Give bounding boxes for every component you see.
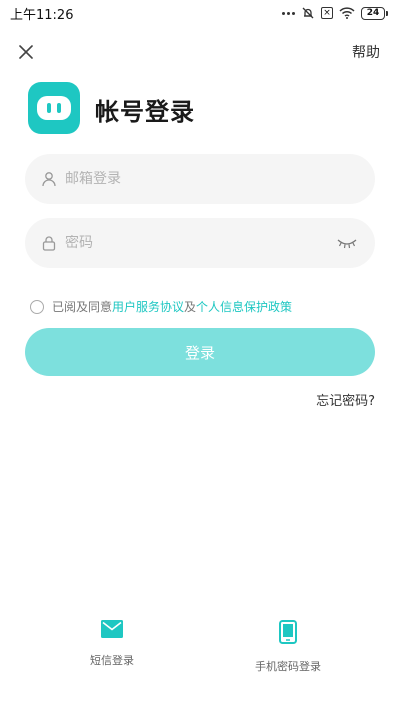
robot-face-icon xyxy=(37,96,71,120)
phone-icon xyxy=(279,620,297,644)
no-sim-icon: × xyxy=(321,7,333,19)
envelope-icon xyxy=(101,620,123,638)
battery-icon: 24 xyxy=(361,6,388,20)
phone-password-login-label: 手机密码登录 xyxy=(255,660,321,673)
user-icon xyxy=(42,172,56,187)
forgot-password-link[interactable]: 忘记密码? xyxy=(316,390,375,409)
more-dots-icon xyxy=(282,11,295,15)
phone-password-login-option[interactable]: 手机密码登录 xyxy=(228,620,348,674)
status-time: 上午11:26 xyxy=(10,7,74,23)
status-icons: × 24 xyxy=(282,6,388,20)
sms-login-label: 短信登录 xyxy=(90,654,134,667)
lock-icon xyxy=(42,236,56,251)
close-button[interactable] xyxy=(14,40,38,64)
agreement-prefix: 已阅及同意 xyxy=(52,300,113,314)
login-button[interactable]: 登录 xyxy=(25,328,375,376)
close-icon xyxy=(19,45,33,59)
email-field[interactable] xyxy=(25,154,375,204)
user-agreement-link[interactable]: 用户服务协议 xyxy=(112,298,184,315)
privacy-policy-link[interactable]: 个人信息保护政策 xyxy=(196,298,292,315)
status-bar: 上午11:26 × 24 xyxy=(0,0,400,26)
password-input[interactable] xyxy=(65,235,335,251)
app-logo xyxy=(28,82,80,134)
page-title: 帐号登录 xyxy=(95,98,195,126)
wifi-icon xyxy=(339,7,355,19)
email-input[interactable] xyxy=(65,171,359,187)
agreement-row: 已阅及同意 用户服务协议 及 个人信息保护政策 xyxy=(30,298,292,315)
agreement-joiner: 及 xyxy=(184,300,197,314)
eye-closed-icon xyxy=(337,239,357,249)
agreement-checkbox[interactable] xyxy=(30,299,44,314)
password-field[interactable] xyxy=(25,218,375,268)
help-link[interactable]: 帮助 xyxy=(352,42,380,62)
mute-bell-icon xyxy=(302,7,314,19)
sms-login-option[interactable]: 短信登录 xyxy=(52,620,172,668)
toggle-password-visibility-button[interactable] xyxy=(335,231,359,255)
battery-level: 24 xyxy=(361,6,385,20)
